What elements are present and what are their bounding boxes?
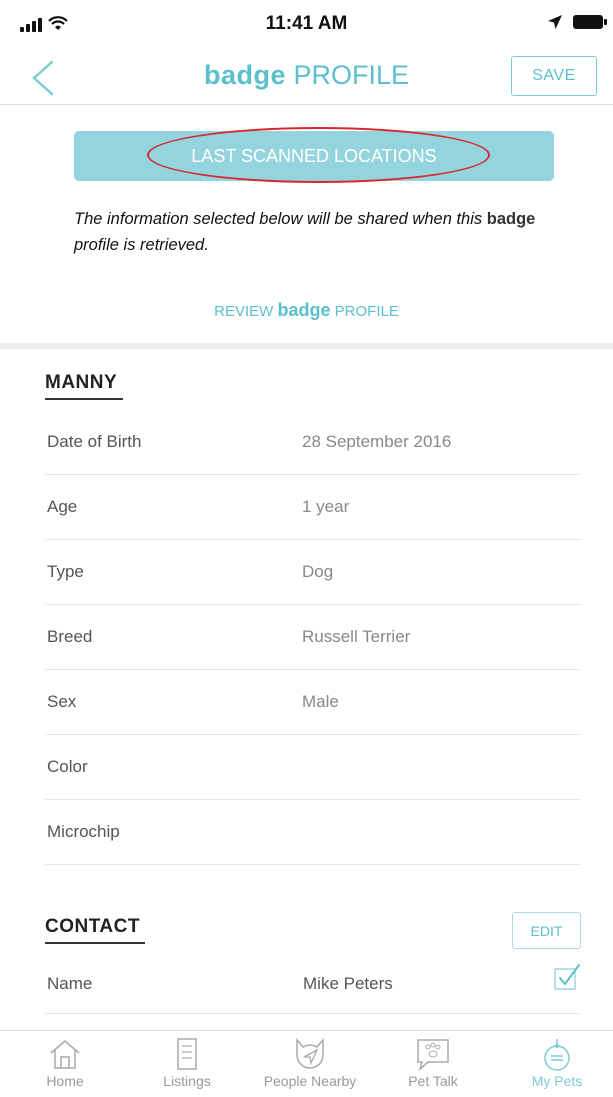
field-label: Sex (47, 692, 77, 711)
pet-name-heading: MANNY (45, 372, 118, 393)
pet-name-underline (45, 398, 123, 400)
field-row-microchip[interactable]: Microchip (45, 800, 580, 865)
tab-label: Pet Talk (408, 1073, 458, 1089)
info-brand: badge (486, 210, 536, 228)
field-label: Type (47, 562, 84, 581)
status-bar: 11:41 AM (0, 0, 613, 50)
info-text-part1: The information selected below will be s… (74, 210, 483, 228)
section-separator (0, 343, 613, 349)
pet-talk-icon (417, 1039, 449, 1071)
field-value: Russell Terrier (302, 627, 411, 646)
tab-listings[interactable]: Listings (132, 1037, 242, 1097)
field-label: Color (47, 757, 88, 776)
save-button[interactable]: SAVE (511, 56, 597, 96)
people-nearby-icon (296, 1037, 324, 1069)
bottom-tab-bar: Home Listings People Nearby Pet Talk My … (0, 1030, 613, 1096)
contact-name-value: Mike Peters (303, 974, 393, 993)
contact-name-label: Name (47, 974, 93, 993)
title-rest: PROFILE (293, 60, 410, 90)
review-badge-profile-link[interactable]: REVIEW badge PROFILE (0, 300, 613, 321)
field-row-type[interactable]: Type Dog (45, 540, 580, 605)
title-brand: badge (203, 60, 286, 90)
home-icon (50, 1040, 80, 1069)
field-row-sex[interactable]: Sex Male (45, 670, 580, 735)
share-checkbox-checked-icon[interactable] (552, 962, 582, 992)
edit-contact-button[interactable]: EDIT (512, 912, 581, 949)
contact-underline (45, 942, 145, 944)
tab-label: Home (46, 1073, 84, 1089)
review-prefix: REVIEW (214, 303, 274, 320)
field-value: 28 September 2016 (302, 432, 452, 451)
review-suffix: PROFILE (334, 303, 399, 320)
location-arrow-icon (548, 15, 562, 29)
tab-label: People Nearby (263, 1073, 357, 1089)
field-value: 1 year (302, 497, 350, 516)
field-label: Age (47, 497, 78, 516)
info-text: The information selected below will be s… (74, 206, 554, 258)
field-label: Microchip (47, 822, 120, 841)
tab-home[interactable]: Home (10, 1037, 120, 1097)
contact-name-row: Name Mike Peters (45, 950, 580, 1014)
tab-people-nearby[interactable]: People Nearby (255, 1037, 365, 1097)
tab-my-pets[interactable]: My Pets (502, 1037, 612, 1097)
field-label: Breed (47, 627, 93, 646)
field-row-breed[interactable]: Breed Russell Terrier (45, 605, 580, 670)
tab-pet-talk[interactable]: Pet Talk (378, 1037, 488, 1097)
field-label: Date of Birth (47, 432, 142, 451)
listings-icon (177, 1038, 197, 1070)
last-scanned-locations-button[interactable]: LAST SCANNED LOCATIONS (74, 131, 554, 181)
review-brand: badge (277, 300, 331, 320)
tab-label: My Pets (531, 1073, 583, 1089)
field-value: Dog (302, 562, 334, 581)
contact-heading: CONTACT (45, 916, 140, 937)
my-pets-icon (544, 1039, 570, 1071)
battery-icon (573, 15, 607, 29)
tab-label: Listings (163, 1073, 211, 1089)
field-row-age[interactable]: Age 1 year (45, 475, 580, 540)
info-text-part2: profile is retrieved. (74, 236, 209, 254)
status-time: 11:41 AM (265, 13, 348, 34)
field-value: Male (302, 692, 339, 711)
field-row-date-of-birth[interactable]: Date of Birth 28 September 2016 (45, 410, 580, 475)
nav-header: badge PROFILE SAVE (0, 50, 613, 105)
field-row-color[interactable]: Color (45, 735, 580, 800)
